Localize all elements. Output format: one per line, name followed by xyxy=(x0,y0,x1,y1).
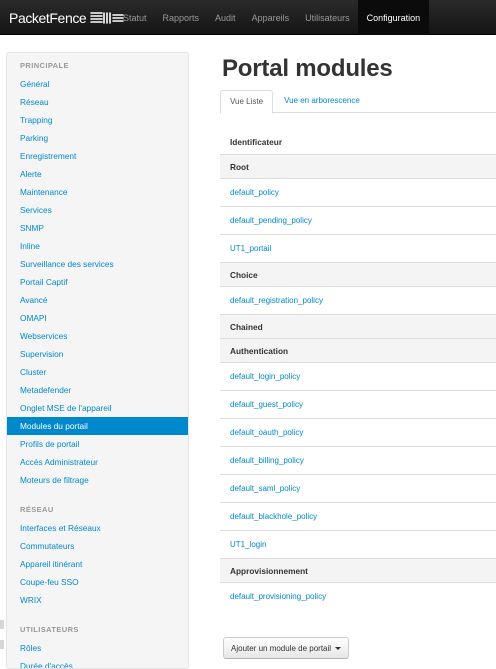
sidebar-item-roles[interactable]: Rôles xyxy=(7,639,188,657)
sidebar-item-avance[interactable]: Avancé xyxy=(7,291,188,309)
sidebar-item-commutateurs[interactable]: Commutateurs xyxy=(7,537,188,555)
tab-vue-en-arborescence[interactable]: Vue en arborescence xyxy=(275,90,369,113)
sidebar: PRINCIPALE Général Réseau Trapping Parking En… xyxy=(6,52,189,669)
sidebar-item-alerte[interactable]: Alerte xyxy=(7,165,188,183)
sidebar-item-parking[interactable]: Parking xyxy=(7,129,188,147)
sidebar-item-interfaces-et-reseaux[interactable]: Interfaces et Réseaux xyxy=(7,519,188,537)
module-link-default-provisioning-policy[interactable]: default_provisioning_policy xyxy=(220,582,496,610)
module-link-default-pending-policy[interactable]: default_pending_policy xyxy=(220,206,496,234)
sidebar-item-maintenance[interactable]: Maintenance xyxy=(7,183,188,201)
sidebar-header-principale: PRINCIPALE xyxy=(20,61,69,70)
add-portal-module-label: Ajouter un module de portail xyxy=(231,643,332,653)
sidebar-item-cluster[interactable]: Cluster xyxy=(7,363,188,381)
sidebar-item-reseau[interactable]: Réseau xyxy=(7,93,188,111)
sidebar-item-supervision[interactable]: Supervision xyxy=(7,345,188,363)
nav-item-rapports[interactable]: Rapports xyxy=(155,0,208,35)
sidebar-item-snmp[interactable]: SNMP xyxy=(7,219,188,237)
brand-name: PacketFence xyxy=(9,10,87,26)
sidebar-item-duree-d-acces[interactable]: Durée d'accès xyxy=(7,657,188,668)
brand[interactable]: PacketFence xyxy=(9,8,125,28)
sidebar-item-services[interactable]: Services xyxy=(7,201,188,219)
module-link-default-guest-policy[interactable]: default_guest_policy xyxy=(220,390,496,418)
nav-item-configuration[interactable]: Configuration xyxy=(357,0,430,35)
sidebar-item-appareil-itinerant[interactable]: Appareil itinérant xyxy=(7,555,188,573)
group-row-approvisionnement: Approvisionnement xyxy=(220,558,496,582)
module-link-default-billing-policy[interactable]: default_billing_policy xyxy=(220,446,496,474)
sidebar-item-omapi[interactable]: OMAPI xyxy=(7,309,188,327)
column-header-identificateur: Identificateur xyxy=(230,137,283,147)
module-link-ut1-portail[interactable]: UT1_portail xyxy=(220,234,496,262)
edge-decoration xyxy=(0,620,4,629)
sidebar-item-acces-administrateur[interactable]: Accès Administrateur xyxy=(7,453,188,471)
module-link-ut1-login[interactable]: UT1_login xyxy=(220,530,496,558)
nav-item-statut[interactable]: Statut xyxy=(116,0,155,35)
top-navbar: PacketFence Statut Rapports Audit Appareils… xyxy=(0,0,496,35)
sidebar-item-webservices[interactable]: Webservices xyxy=(7,327,188,345)
sidebar-item-modules-du-portail[interactable]: Modules du portail xyxy=(7,417,188,435)
sidebar-item-trapping[interactable]: Trapping xyxy=(7,111,188,129)
view-tabs: Vue Liste Vue en arborescence xyxy=(220,90,496,114)
sidebar-item-enregistrement[interactable]: Enregistrement xyxy=(7,147,188,165)
sidebar-item-onglet-mse-de-l-appareil[interactable]: Onglet MSE de l'appareil xyxy=(7,399,188,417)
edge-decoration xyxy=(0,640,4,649)
module-link-default-login-policy[interactable]: default_login_policy xyxy=(220,362,496,390)
sidebar-item-general[interactable]: Général xyxy=(7,75,188,93)
sidebar-item-moteurs-de-filtrage[interactable]: Moteurs de filtrage xyxy=(7,471,188,489)
sidebar-item-surveillance-des-services[interactable]: Surveillance des services xyxy=(7,255,188,273)
nav-item-appareils[interactable]: Appareils xyxy=(244,0,298,35)
page-title: Portal modules xyxy=(222,55,393,82)
sidebar-item-metadefender[interactable]: Metadefender xyxy=(7,381,188,399)
group-row-chained: Chained xyxy=(220,314,496,338)
sidebar-item-profils-de-portail[interactable]: Profils de portail xyxy=(7,435,188,453)
module-link-default-policy[interactable]: default_policy xyxy=(220,178,496,206)
sidebar-header-reseau: RÉSEAU xyxy=(20,505,54,514)
group-row-authentication: Authentication xyxy=(220,338,496,362)
module-link-default-blackhole-policy[interactable]: default_blackhole_policy xyxy=(220,502,496,530)
tab-vue-liste[interactable]: Vue Liste xyxy=(220,90,274,114)
main-nav: Statut Rapports Audit Appareils Utilisateurs… xyxy=(116,0,430,35)
sidebar-item-portail-captif[interactable]: Portail Captif xyxy=(7,273,188,291)
module-link-default-oauth-policy[interactable]: default_oauth_policy xyxy=(220,418,496,446)
group-row-root: Root xyxy=(220,154,496,178)
sidebar-item-inline[interactable]: Inline xyxy=(7,237,188,255)
group-row-choice: Choice xyxy=(220,262,496,286)
nav-item-audit[interactable]: Audit xyxy=(207,0,244,35)
module-link-default-registration-policy[interactable]: default_registration_policy xyxy=(220,286,496,314)
add-portal-module-button[interactable]: Ajouter un module de portail xyxy=(223,637,350,659)
nav-item-utilisateurs[interactable]: Utilisateurs xyxy=(297,0,358,35)
portal-modules-table: Identificateur Root default_policy default_… xyxy=(220,130,496,610)
sidebar-item-wrix[interactable]: WRIX xyxy=(7,591,188,609)
sidebar-header-utilisateurs: UTILISATEURS xyxy=(20,625,79,634)
module-link-default-saml-policy[interactable]: default_saml_policy xyxy=(220,474,496,502)
caret-down-icon xyxy=(335,646,342,650)
sidebar-item-coupe-feu-sso[interactable]: Coupe-feu SSO xyxy=(7,573,188,591)
